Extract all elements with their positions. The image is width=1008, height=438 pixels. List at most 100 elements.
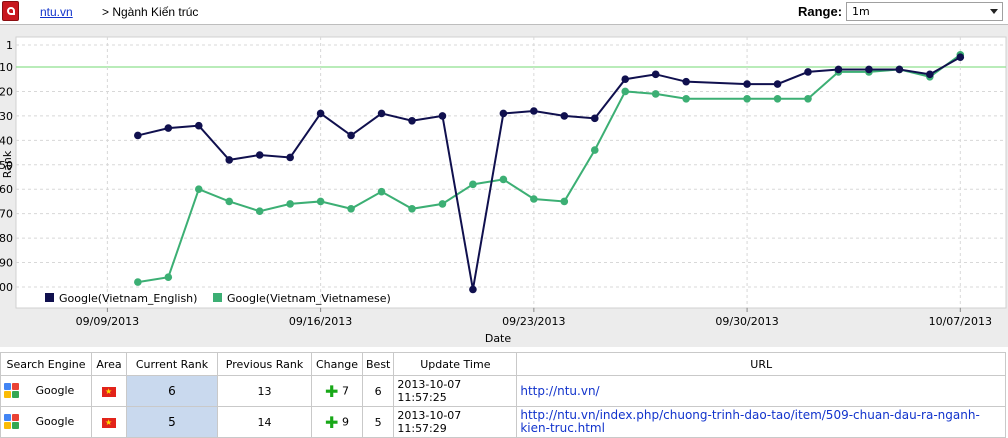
engine-cell: Google [0, 406, 92, 438]
current-rank: 5 [126, 406, 218, 438]
data-point [316, 109, 325, 118]
data-point [469, 180, 477, 189]
x-tick-label: 09/09/2013 [76, 315, 139, 328]
data-point [255, 151, 264, 159]
data-point [895, 65, 904, 74]
url-link[interactable]: http://ntu.vn/index.php/chuong-trinh-dao… [516, 406, 1006, 438]
legend-label: Google(Vietnam_Vietnamese) [227, 292, 391, 305]
y-tick-label: 60 [0, 183, 13, 196]
data-point [560, 197, 569, 206]
data-point [651, 90, 660, 98]
google-icon [4, 414, 20, 430]
breadcrumb: > Ngành Kiến trúc [102, 5, 199, 19]
data-point [316, 197, 325, 206]
y-tick-label: 80 [0, 232, 13, 245]
legend-swatch [45, 293, 54, 302]
data-point [773, 80, 782, 88]
plus-icon: ✚ [325, 381, 339, 401]
change-value: 9 [341, 415, 349, 428]
y-tick-label: 70 [0, 208, 13, 221]
data-point [225, 197, 234, 206]
rank-chart-svg: 110203040506070809010009/09/201309/16/20… [0, 36, 1007, 345]
data-point [834, 65, 843, 74]
data-point [134, 131, 142, 140]
legend-label: Google(Vietnam_English) [59, 292, 197, 305]
engine-name: Google [35, 384, 75, 397]
data-point [621, 87, 630, 96]
data-point [956, 53, 965, 62]
engine-cell: Google [0, 375, 92, 407]
data-point [773, 94, 782, 103]
update-time: 2013-10-07 11:57:25 [393, 375, 518, 407]
y-tick-label: 1 [6, 39, 13, 52]
y-tick-label: 90 [0, 257, 13, 270]
data-point [347, 131, 355, 140]
data-point [530, 107, 538, 115]
previous-rank: 14 [217, 406, 312, 438]
table-row[interactable]: Google 5 14 ✚ 9 5 2013-10-07 11:57:29 ht… [0, 406, 1006, 438]
url-link[interactable]: http://ntu.vn/ [516, 375, 1006, 407]
data-point [560, 112, 569, 120]
data-point [804, 94, 812, 103]
previous-rank: 13 [217, 375, 312, 407]
header-previous-rank[interactable]: Previous Rank [217, 352, 312, 376]
data-point [134, 278, 142, 286]
chevron-down-icon[interactable] [990, 9, 998, 14]
data-point [621, 75, 630, 84]
header-best[interactable]: Best [361, 352, 395, 376]
x-tick-label: 09/16/2013 [289, 315, 352, 328]
header-change[interactable]: Change [311, 352, 363, 376]
engine-name: Google [35, 415, 75, 428]
range-value: 1m [852, 5, 870, 18]
y-tick-label: 30 [0, 110, 13, 123]
site-link[interactable]: ntu.vn [40, 5, 73, 19]
pdf-icon[interactable] [2, 1, 19, 21]
data-point [347, 204, 355, 213]
x-axis-label: Date [485, 332, 512, 345]
data-point [590, 146, 599, 154]
toolbar: ntu.vn > Ngành Kiến trúc Range: 1m [0, 0, 1008, 24]
data-point [499, 175, 508, 184]
data-point [743, 80, 751, 88]
data-point [682, 77, 690, 86]
range-label: Range: [798, 4, 843, 19]
data-point [651, 70, 660, 79]
y-tick-label: 100 [0, 281, 13, 294]
data-point [804, 68, 812, 76]
data-point [865, 65, 873, 74]
data-point [377, 187, 386, 196]
current-rank: 6 [126, 375, 218, 407]
data-point [194, 185, 203, 194]
table-row[interactable]: Google 6 13 ✚ 7 6 2013-10-07 11:57:25 ht… [0, 375, 1006, 407]
table-header-row: Search Engine Area Current Rank Previous… [0, 352, 1006, 376]
data-point [743, 94, 751, 103]
data-point [286, 200, 294, 208]
vietnam-flag-icon [102, 386, 116, 398]
y-tick-label: 10 [0, 61, 13, 74]
range-select[interactable]: 1m [846, 2, 1003, 21]
google-icon [4, 383, 20, 399]
change-cell: ✚ 9 [311, 406, 363, 438]
area-cell [91, 406, 127, 438]
data-point [408, 204, 416, 213]
data-point [408, 116, 416, 125]
vietnam-flag-icon [102, 417, 116, 429]
y-axis-label: Rank [1, 150, 14, 178]
header-search-engine[interactable]: Search Engine [0, 352, 92, 376]
y-tick-label: 40 [0, 134, 13, 147]
update-time: 2013-10-07 11:57:29 [393, 406, 518, 438]
rank-chart: 110203040506070809010009/09/201309/16/20… [0, 24, 1008, 347]
rank-table: Search Engine Area Current Rank Previous… [0, 352, 1006, 438]
x-tick-label: 09/23/2013 [502, 315, 565, 328]
header-url[interactable]: URL [516, 352, 1006, 376]
data-point [926, 70, 934, 79]
header-update-time[interactable]: Update Time [393, 352, 518, 376]
data-point [164, 273, 173, 282]
data-point [682, 94, 690, 103]
data-point [438, 200, 447, 208]
header-area[interactable]: Area [91, 352, 127, 376]
header-current-rank[interactable]: Current Rank [126, 352, 218, 376]
data-point [499, 109, 508, 118]
data-point [194, 121, 203, 130]
best-rank: 5 [361, 406, 395, 438]
